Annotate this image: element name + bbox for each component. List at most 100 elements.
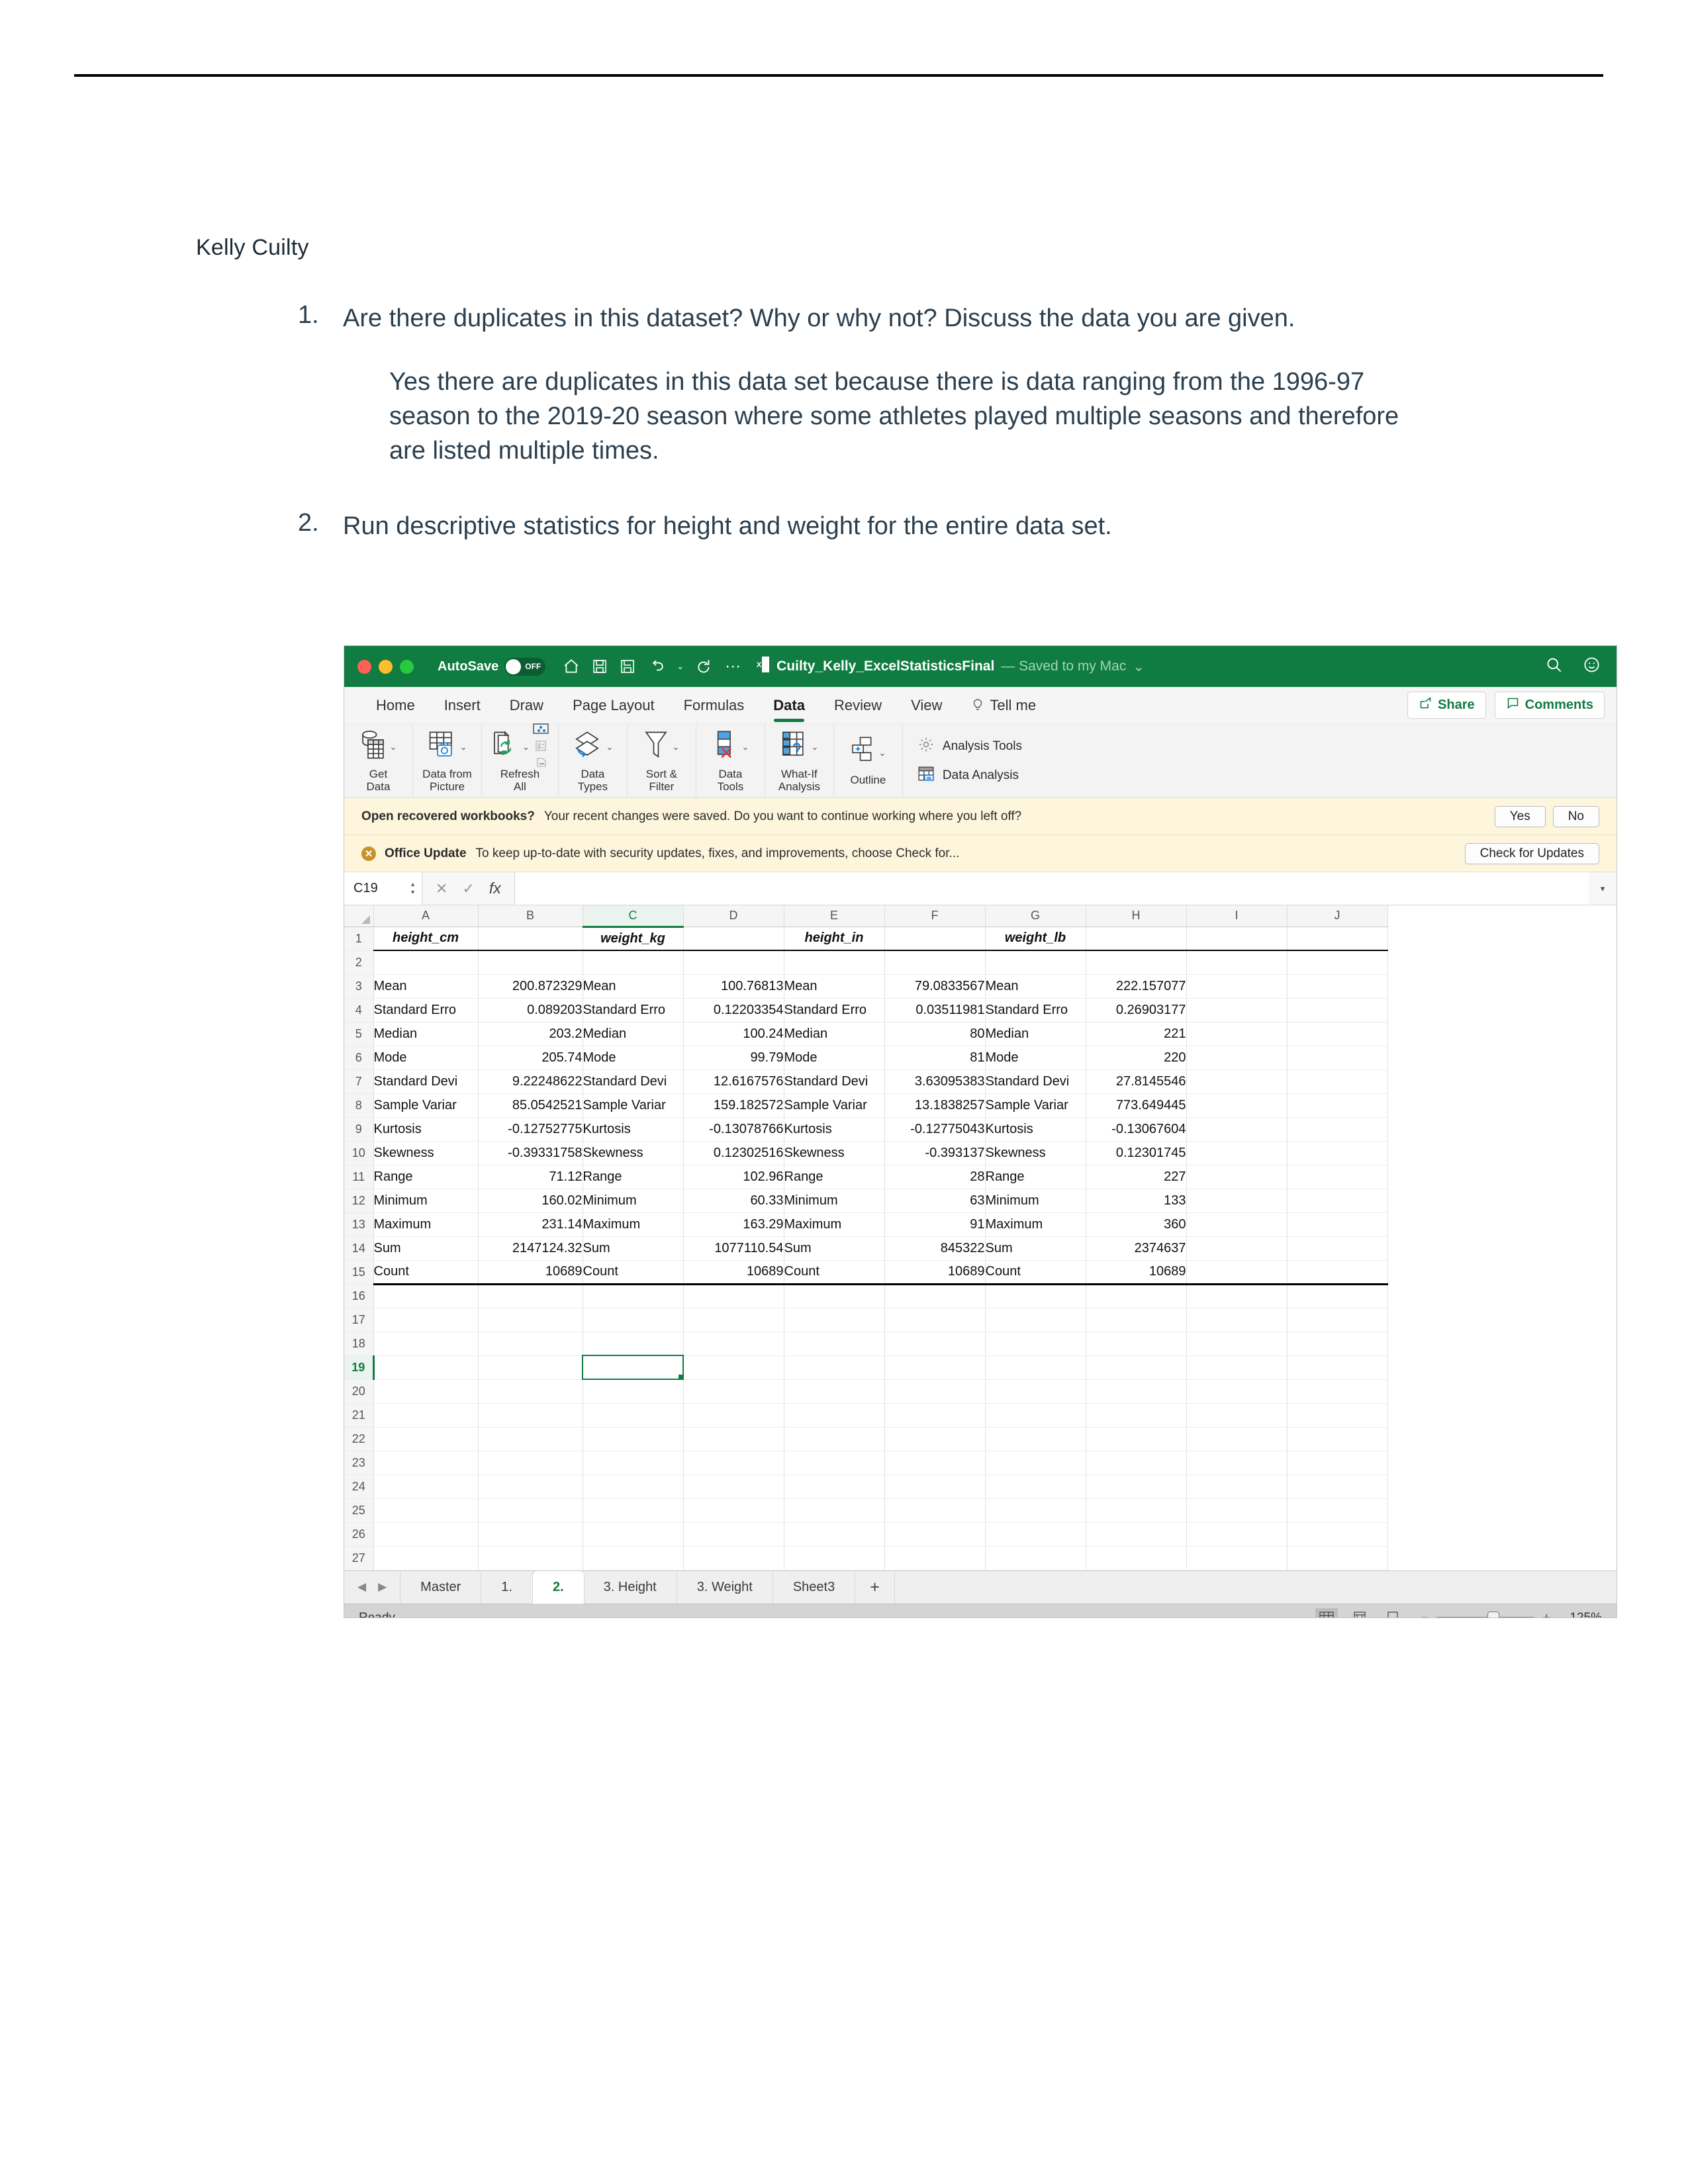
cell-A8[interactable]: Sample Variar <box>373 1093 479 1118</box>
cell-G22[interactable] <box>985 1427 1086 1451</box>
cell-I4[interactable] <box>1186 998 1288 1023</box>
cell-F23[interactable] <box>884 1451 986 1475</box>
what-if-analysis-group[interactable]: ⌄ What-If Analysis <box>765 724 834 797</box>
column-header-d[interactable]: D <box>683 905 784 927</box>
cell-B25[interactable] <box>478 1498 583 1523</box>
cell-C2[interactable] <box>583 950 684 975</box>
row-header-12[interactable]: 12 <box>344 1189 374 1213</box>
minimize-window-button[interactable] <box>379 659 393 674</box>
cell-B23[interactable] <box>478 1451 583 1475</box>
cell-C4[interactable]: Standard Erro <box>583 998 684 1023</box>
cell-D9[interactable]: -0.13078766 <box>683 1117 784 1142</box>
cell-I21[interactable] <box>1186 1403 1288 1428</box>
cell-D6[interactable]: 99.79 <box>683 1046 784 1070</box>
cell-D23[interactable] <box>683 1451 784 1475</box>
cell-G2[interactable] <box>985 950 1086 975</box>
row-header-5[interactable]: 5 <box>344 1022 374 1046</box>
recovered-yes-button[interactable]: Yes <box>1494 805 1546 827</box>
cell-J18[interactable] <box>1287 1332 1388 1356</box>
cell-F2[interactable] <box>884 950 986 975</box>
cell-A1[interactable]: height_cm <box>373 927 479 951</box>
cell-H18[interactable] <box>1086 1332 1187 1356</box>
cell-C21[interactable] <box>583 1403 684 1428</box>
name-box-spinner[interactable]: ▲ ▼ <box>410 882 416 895</box>
cell-E19[interactable] <box>784 1355 885 1380</box>
column-header-h[interactable]: H <box>1086 905 1187 927</box>
cell-H1[interactable] <box>1086 927 1187 951</box>
cell-D11[interactable]: 102.96 <box>683 1165 784 1189</box>
cell-C8[interactable]: Sample Variar <box>583 1093 684 1118</box>
row-header-11[interactable]: 11 <box>344 1165 374 1189</box>
cell-C19[interactable] <box>582 1355 684 1380</box>
cell-E25[interactable] <box>784 1498 885 1523</box>
cell-G10[interactable]: Skewness <box>985 1141 1086 1165</box>
cell-E14[interactable]: Sum <box>784 1236 885 1261</box>
cell-I15[interactable] <box>1186 1260 1288 1285</box>
cell-E6[interactable]: Mode <box>784 1046 885 1070</box>
cell-D2[interactable] <box>683 950 784 975</box>
cell-I2[interactable] <box>1186 950 1288 975</box>
cell-E1[interactable]: height_in <box>784 927 885 951</box>
cell-B7[interactable]: 9.22248622 <box>478 1069 583 1094</box>
cell-G8[interactable]: Sample Variar <box>985 1093 1086 1118</box>
cell-H16[interactable] <box>1086 1284 1187 1308</box>
search-icon[interactable] <box>1545 656 1563 678</box>
cell-J14[interactable] <box>1287 1236 1388 1261</box>
row-header-1[interactable]: 1 <box>344 927 374 951</box>
cell-G13[interactable]: Maximum <box>985 1212 1086 1237</box>
cell-A25[interactable] <box>373 1498 479 1523</box>
cell-D26[interactable] <box>683 1522 784 1547</box>
cell-E5[interactable]: Median <box>784 1022 885 1046</box>
cell-G6[interactable]: Mode <box>985 1046 1086 1070</box>
insert-function-icon[interactable]: fx <box>489 880 501 897</box>
outline-icon[interactable] <box>850 736 875 770</box>
column-header-a[interactable]: A <box>373 905 479 927</box>
cell-G15[interactable]: Count <box>985 1260 1086 1285</box>
sheet-tab-3-weight[interactable]: 3. Weight <box>677 1570 773 1604</box>
cell-A4[interactable]: Standard Erro <box>373 998 479 1023</box>
window-controls[interactable] <box>357 659 414 674</box>
zoom-track[interactable] <box>1436 1611 1536 1617</box>
cell-C23[interactable] <box>583 1451 684 1475</box>
cell-B4[interactable]: 0.089203 <box>478 998 583 1023</box>
cell-E18[interactable] <box>784 1332 885 1356</box>
cell-A16[interactable] <box>373 1284 479 1308</box>
cell-A13[interactable]: Maximum <box>373 1212 479 1237</box>
sheet-nav-arrows[interactable]: ◀ ▶ <box>344 1570 401 1604</box>
data-types-icon[interactable] <box>572 731 602 764</box>
cell-B1[interactable] <box>478 927 583 951</box>
cell-F21[interactable] <box>884 1403 986 1428</box>
row-header-13[interactable]: 13 <box>344 1212 374 1237</box>
data-from-picture-icon[interactable] <box>428 730 457 764</box>
cell-D3[interactable]: 100.76813 <box>683 974 784 999</box>
cell-A14[interactable]: Sum <box>373 1236 479 1261</box>
cell-C10[interactable]: Skewness <box>583 1141 684 1165</box>
row-header-22[interactable]: 22 <box>344 1427 374 1451</box>
data-analysis-button[interactable]: Data Analysis <box>917 765 1022 786</box>
cell-A11[interactable]: Range <box>373 1165 479 1189</box>
cell-D16[interactable] <box>683 1284 784 1308</box>
cell-E9[interactable]: Kurtosis <box>784 1117 885 1142</box>
previous-sheet-icon[interactable]: ◀ <box>357 1580 366 1594</box>
title-chevron-down-icon[interactable]: ⌄ <box>1133 659 1145 675</box>
cell-C12[interactable]: Minimum <box>583 1189 684 1213</box>
quick-access-toolbar[interactable]: ⌄ ··· <box>563 658 741 675</box>
cell-D22[interactable] <box>683 1427 784 1451</box>
cell-D17[interactable] <box>683 1308 784 1332</box>
outline-chevron-down-icon[interactable]: ⌄ <box>878 748 886 758</box>
cell-H13[interactable]: 360 <box>1086 1212 1187 1237</box>
tab-data[interactable]: Data <box>759 687 820 724</box>
cell-C9[interactable]: Kurtosis <box>583 1117 684 1142</box>
name-box[interactable]: C19 ▲ ▼ <box>344 872 422 905</box>
cell-I25[interactable] <box>1186 1498 1288 1523</box>
cell-A9[interactable]: Kurtosis <box>373 1117 479 1142</box>
autosave-toggle[interactable]: OFF <box>504 657 546 676</box>
cell-I13[interactable] <box>1186 1212 1288 1237</box>
cell-F26[interactable] <box>884 1522 986 1547</box>
cell-B16[interactable] <box>478 1284 583 1308</box>
print-icon[interactable] <box>620 659 635 674</box>
cell-A12[interactable]: Minimum <box>373 1189 479 1213</box>
cell-G27[interactable] <box>985 1546 1086 1570</box>
page-layout-view-icon[interactable] <box>1348 1608 1371 1617</box>
cell-D4[interactable]: 0.12203354 <box>683 998 784 1023</box>
